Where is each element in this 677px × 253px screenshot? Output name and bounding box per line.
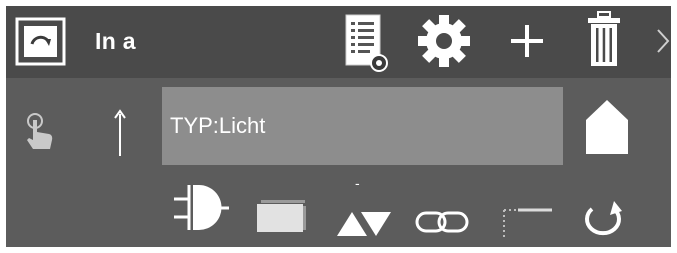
plus-icon[interactable] — [509, 23, 545, 59]
and-gate-icon[interactable] — [171, 177, 231, 237]
card-icon[interactable] — [253, 200, 309, 234]
gear-icon[interactable] — [417, 14, 471, 68]
toolbar: In a — [6, 6, 671, 78]
triangles-icon[interactable] — [335, 206, 393, 240]
palette-dash-label: - — [355, 175, 360, 191]
link-icon[interactable] — [414, 209, 470, 235]
arrow-up-icon[interactable] — [112, 108, 128, 158]
hand-pointer-icon[interactable] — [23, 112, 57, 152]
dotted-connector-icon[interactable] — [496, 204, 554, 240]
home-icon[interactable] — [584, 96, 630, 156]
app-frame: In a TYP:Licht - — [6, 6, 671, 247]
type-field[interactable]: TYP:Licht — [162, 87, 563, 165]
page-title: In a — [95, 28, 136, 54]
refresh-icon[interactable] — [574, 199, 630, 243]
trash-icon[interactable] — [584, 10, 624, 70]
document-list-icon[interactable] — [343, 12, 389, 72]
toggle-icon[interactable] — [15, 17, 66, 66]
chevron-right-icon[interactable] — [656, 28, 670, 54]
